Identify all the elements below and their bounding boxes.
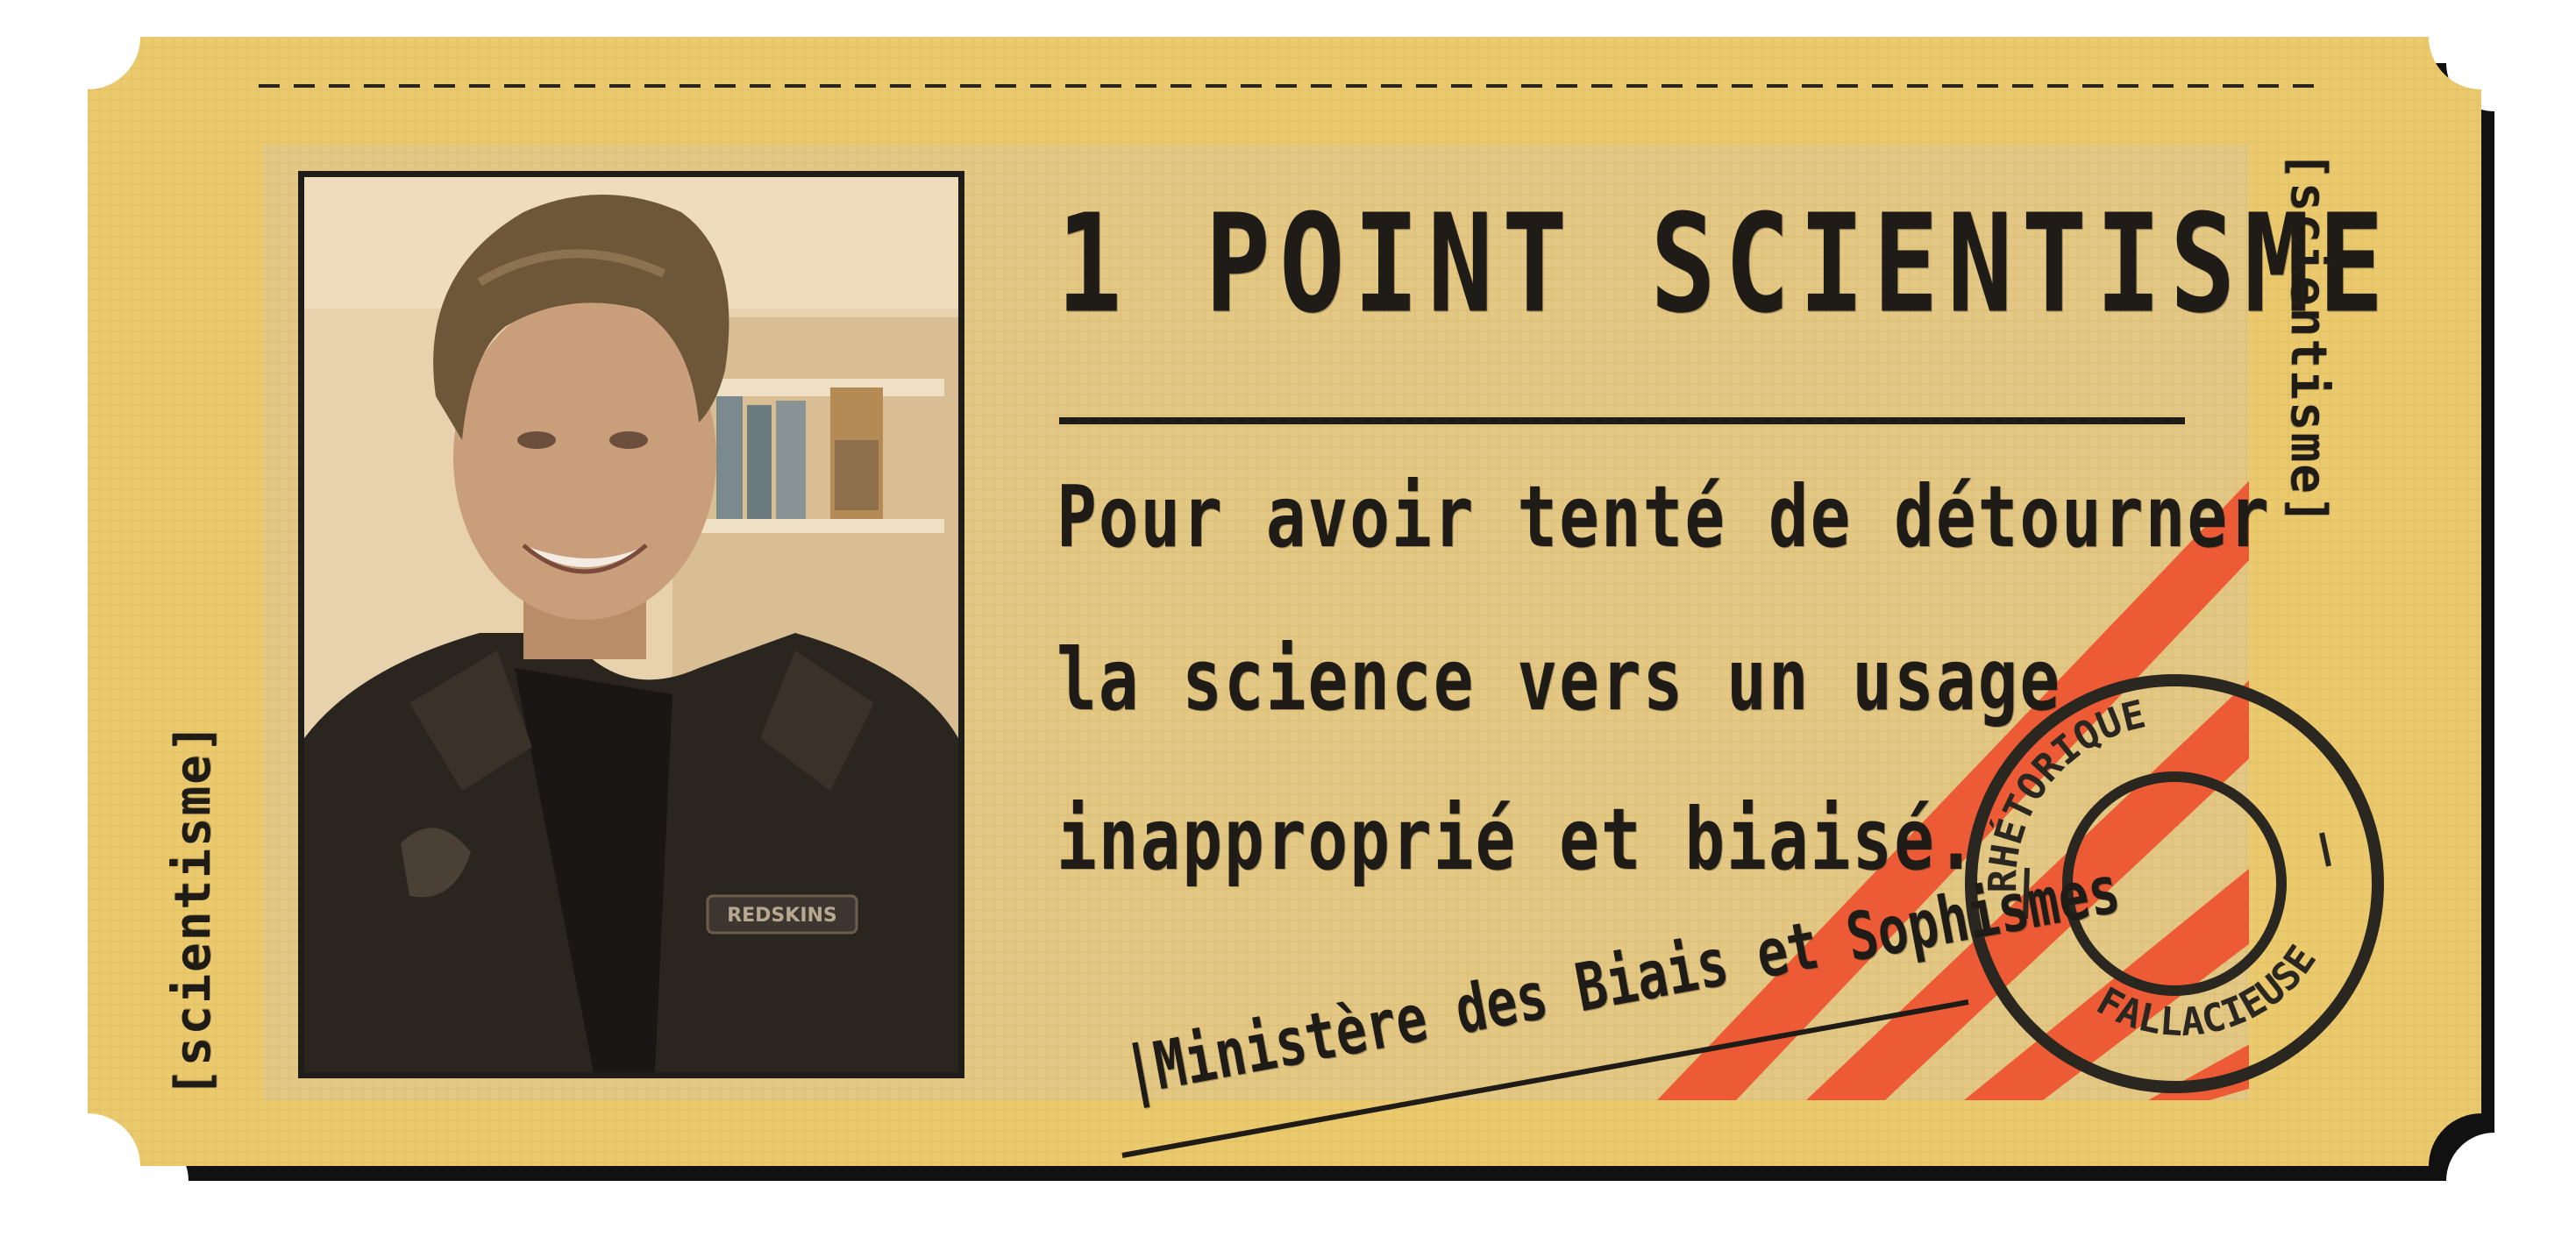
- portrait-photo: REDSKINS: [298, 171, 964, 1078]
- body-line-2: la science vers un usage: [1057, 629, 2062, 729]
- body-line-3: inapproprié et biaisé.: [1057, 789, 1978, 889]
- svg-text:REDSKINS: REDSKINS: [727, 905, 837, 927]
- side-label-left: [scientisme]: [165, 721, 222, 1098]
- ticket-title: 1 POINT SCIENTISME: [1057, 186, 2393, 344]
- side-label-right: [scientisme]: [2280, 151, 2337, 527]
- body-line-1: Pour avoir tenté de détourner: [1057, 466, 2271, 566]
